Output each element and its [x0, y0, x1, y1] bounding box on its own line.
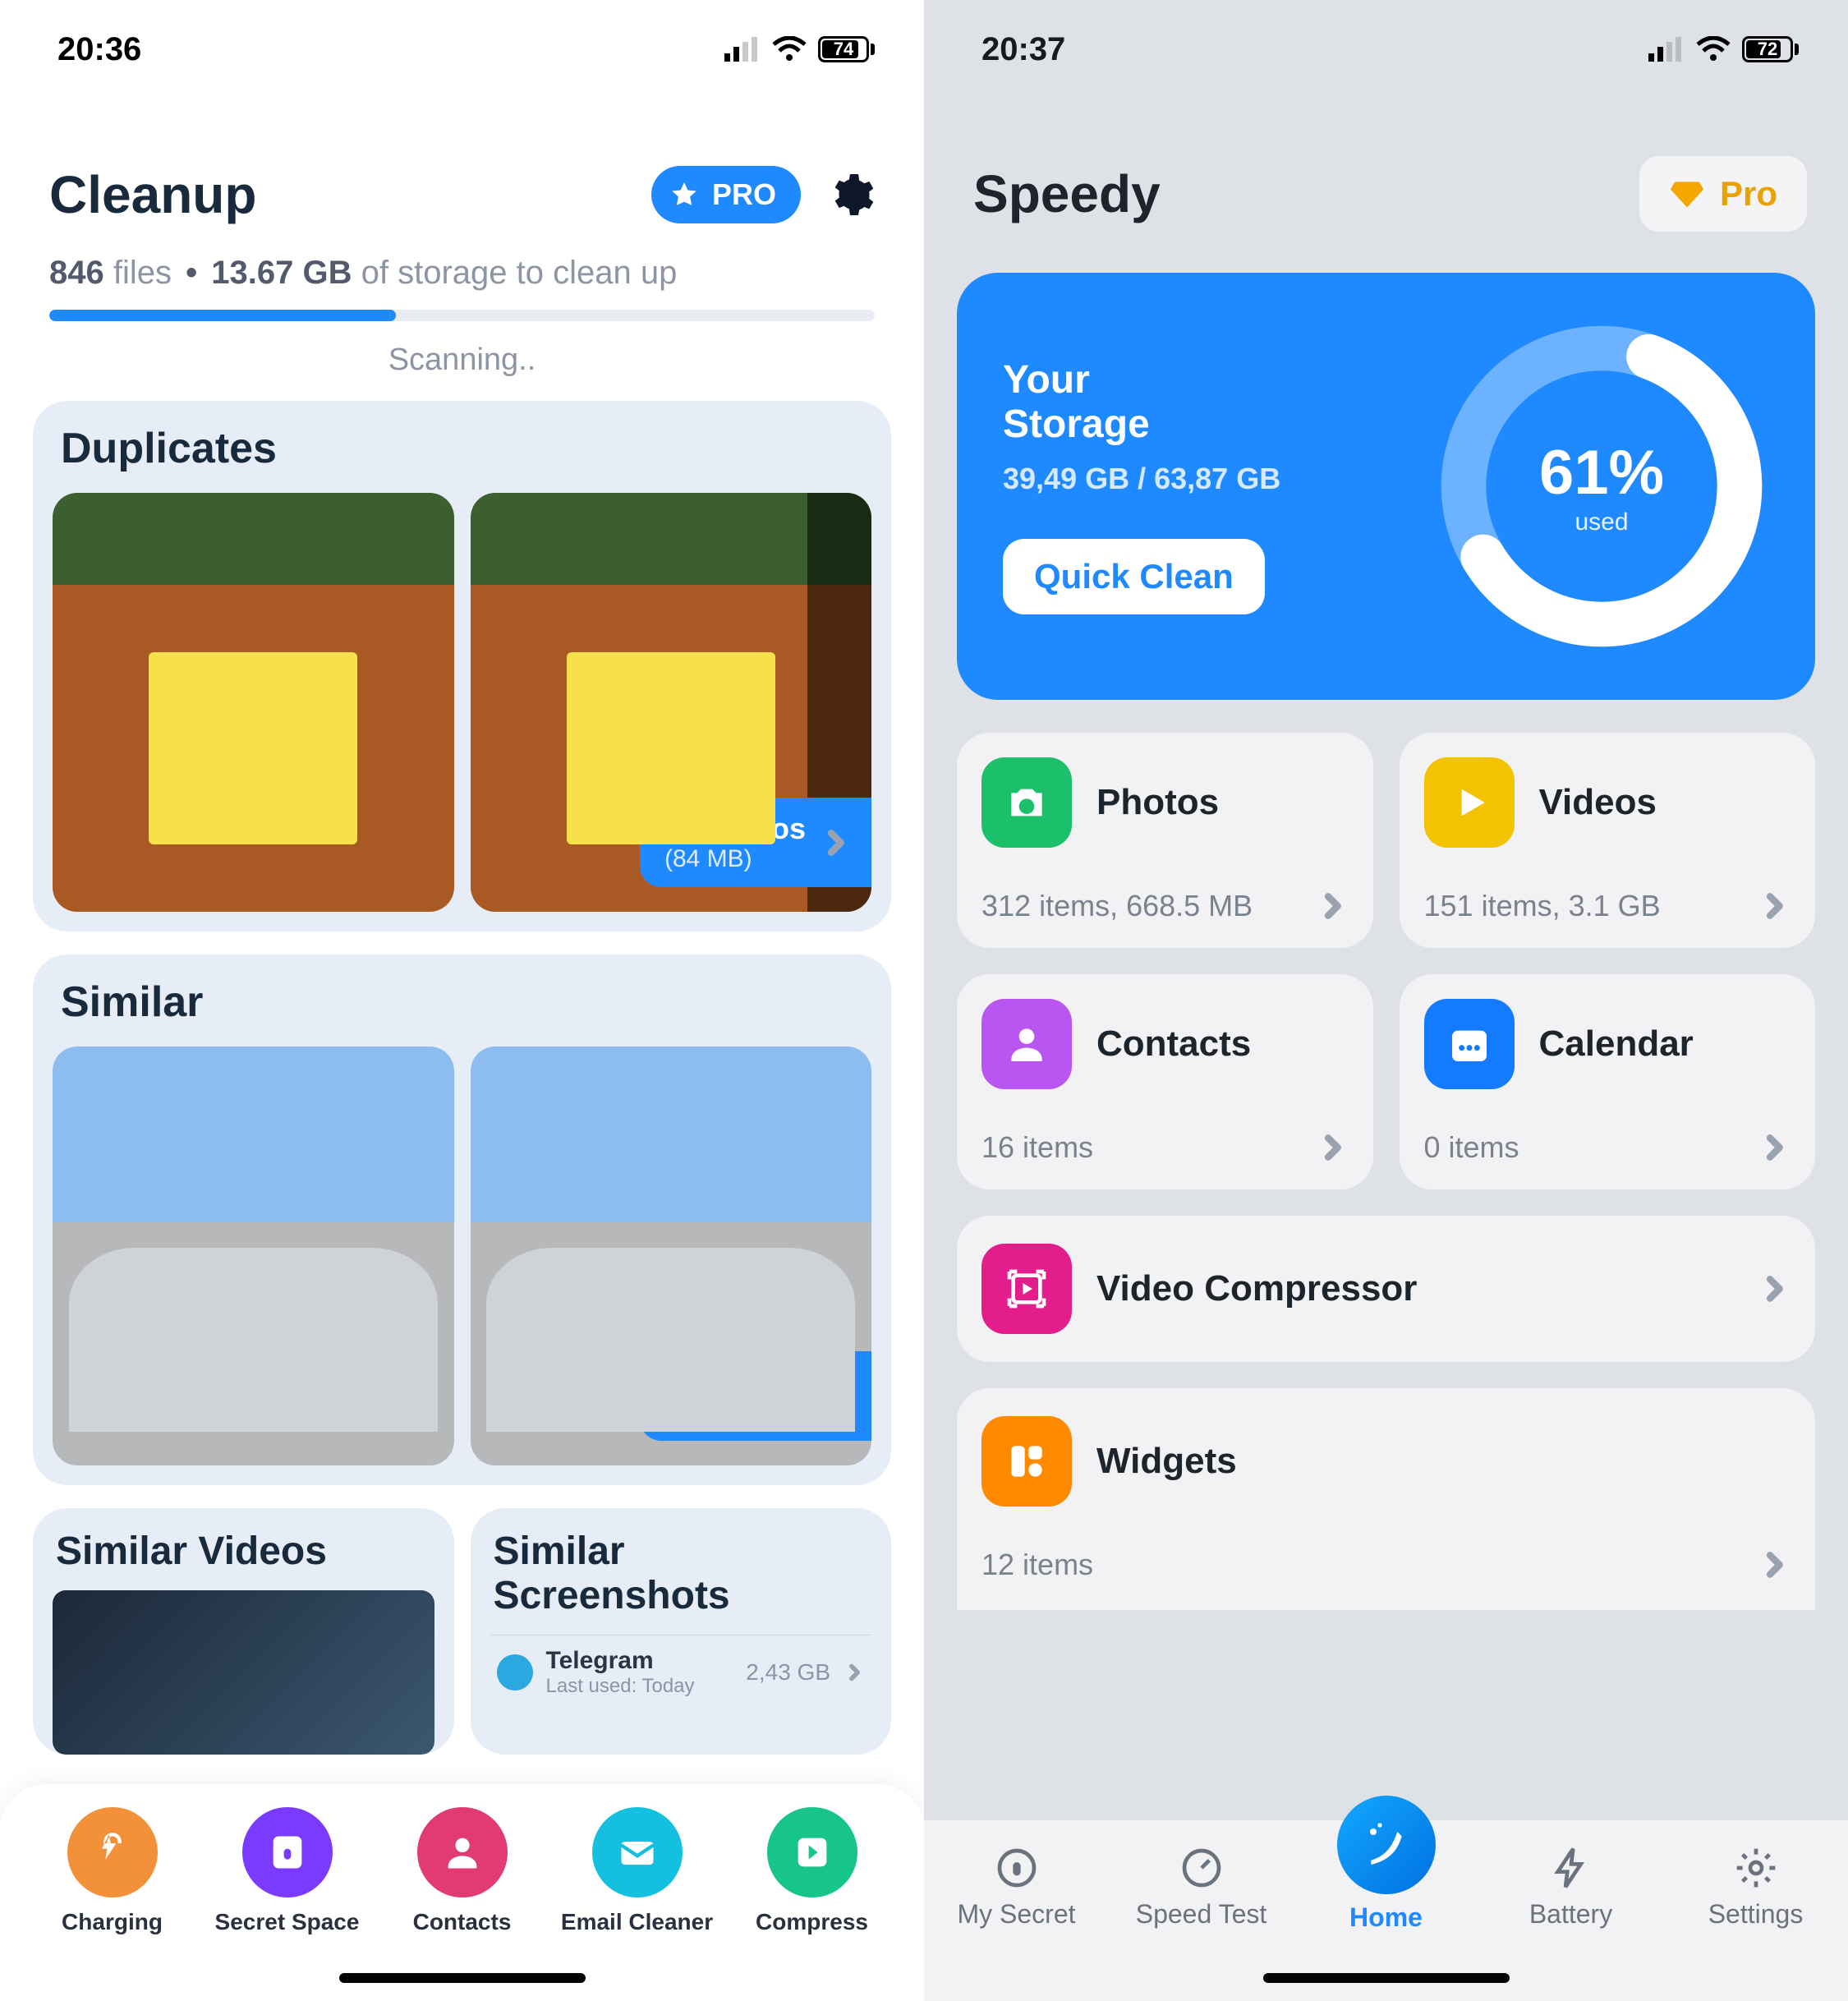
person-icon	[417, 1807, 508, 1898]
speedy-screen: 20:37 72 Speedy Pro Your Storage	[924, 0, 1848, 2001]
chevron-right-icon	[1758, 1131, 1791, 1164]
storage-ring-chart: 61% used	[1429, 314, 1774, 659]
cellular-icon	[1648, 37, 1685, 62]
camera-icon	[981, 757, 1072, 848]
status-time: 20:36	[57, 31, 141, 68]
bolt-icon	[1548, 1845, 1594, 1891]
videos-tile[interactable]: Videos 151 items, 3.1 GB	[1400, 733, 1816, 948]
scanning-label: Scanning..	[49, 321, 875, 378]
similar-thumbnail[interactable]: 66 Photos (145.2 MB)	[471, 1046, 872, 1465]
home-indicator[interactable]	[339, 1973, 586, 1983]
calendar-icon	[1424, 999, 1515, 1089]
toolbar-charging[interactable]: Charging	[25, 1807, 200, 2001]
duplicate-thumbnail[interactable]: 24 Photos (84 MB)	[471, 493, 872, 912]
chevron-right-icon	[819, 1380, 852, 1413]
storage-used-label: used	[1574, 508, 1628, 536]
lock-icon	[994, 1845, 1040, 1891]
cleanup-screen: 20:36 74 Cleanup PRO 846	[0, 0, 924, 2001]
toolbar-contacts[interactable]: Contacts	[375, 1807, 549, 2001]
diamond-icon	[1669, 176, 1705, 212]
settings-button[interactable]	[825, 170, 875, 219]
home-icon	[1337, 1796, 1436, 1894]
similar-badge[interactable]: 66 Photos (145.2 MB)	[640, 1351, 871, 1441]
storage-usage-text: 39,49 GB / 63,87 GB	[1003, 462, 1280, 496]
widgets-stat: 12 items	[981, 1548, 1093, 1582]
status-bar: 20:37 72	[924, 0, 1848, 99]
tab-home[interactable]: Home	[1308, 1845, 1464, 1933]
widgets-icon	[981, 1416, 1072, 1506]
compress-icon	[767, 1807, 857, 1898]
similar-videos-title: Similar Videos	[53, 1530, 434, 1574]
similar-title: Similar	[53, 978, 871, 1046]
chevron-right-icon	[844, 1662, 865, 1683]
screenshot-row[interactable]: Telegram Last used: Today 2,43 GB	[490, 1635, 872, 1709]
compressor-icon	[981, 1244, 1072, 1334]
gear-icon	[825, 170, 875, 219]
storage-card: Your Storage 39,49 GB / 63,87 GB Quick C…	[957, 273, 1815, 700]
mail-icon	[592, 1807, 683, 1898]
vault-icon	[242, 1807, 333, 1898]
cellular-icon	[724, 37, 761, 62]
contacts-tile[interactable]: Contacts 16 items	[957, 974, 1373, 1189]
wifi-icon	[772, 36, 807, 62]
gear-icon	[1733, 1845, 1779, 1891]
charging-icon	[67, 1807, 158, 1898]
status-icons: 74	[724, 36, 875, 62]
status-time: 20:37	[981, 31, 1065, 68]
widgets-tile[interactable]: Widgets 12 items	[957, 1388, 1815, 1610]
telegram-icon	[497, 1654, 533, 1690]
storage-summary: 846 files • 13.67 GB of storage to clean…	[0, 225, 924, 292]
similar-thumbnail[interactable]	[53, 1046, 454, 1465]
pro-label: Pro	[1720, 174, 1777, 214]
page-title: Speedy	[973, 163, 1161, 224]
pro-button[interactable]: Pro	[1639, 156, 1807, 232]
duplicate-thumbnail[interactable]	[53, 493, 454, 912]
star-icon	[669, 180, 699, 209]
wifi-icon	[1696, 36, 1731, 62]
chevron-right-icon	[1316, 1131, 1349, 1164]
chevron-right-icon	[1758, 1548, 1791, 1581]
duplicates-badge[interactable]: 24 Photos (84 MB)	[640, 798, 871, 887]
tab-settings[interactable]: Settings	[1678, 1845, 1834, 1930]
tab-my-secret[interactable]: My Secret	[939, 1845, 1095, 1930]
chevron-right-icon	[1758, 1272, 1791, 1305]
toolbar-compress[interactable]: Compress	[724, 1807, 899, 2001]
video-thumbnail	[53, 1590, 434, 1755]
battery-icon: 72	[1742, 36, 1799, 62]
tab-battery[interactable]: Battery	[1493, 1845, 1649, 1930]
tab-speed-test[interactable]: Speed Test	[1124, 1845, 1280, 1930]
video-compressor-tile[interactable]: Video Compressor	[957, 1216, 1815, 1362]
pro-button[interactable]: PRO	[651, 166, 801, 223]
person-icon	[981, 999, 1072, 1089]
similar-card[interactable]: Similar 66 Photos (145.2 MB)	[33, 954, 891, 1485]
similar-screenshots-card[interactable]: Similar Screenshots Telegram Last used: …	[471, 1508, 892, 1755]
calendar-tile[interactable]: Calendar 0 items	[1400, 974, 1816, 1189]
scan-progress-bar	[49, 310, 875, 321]
gauge-icon	[1179, 1845, 1225, 1891]
play-icon	[1424, 757, 1515, 848]
chevron-right-icon	[1316, 890, 1349, 922]
chevron-right-icon	[819, 826, 852, 859]
toolbar-email-cleaner[interactable]: Email Cleaner	[549, 1807, 724, 2001]
similar-videos-card[interactable]: Similar Videos	[33, 1508, 454, 1755]
scan-progress-fill	[49, 310, 396, 321]
home-indicator[interactable]	[1263, 1973, 1510, 1983]
chevron-right-icon	[1758, 890, 1791, 922]
battery-icon: 74	[818, 36, 875, 62]
storage-title: Your Storage	[1003, 358, 1280, 447]
storage-percent: 61%	[1539, 437, 1664, 508]
page-title: Cleanup	[49, 164, 256, 225]
pro-label: PRO	[712, 177, 776, 212]
similar-screenshots-title: Similar Screenshots	[490, 1530, 872, 1618]
status-icons: 72	[1648, 36, 1799, 62]
duplicates-title: Duplicates	[53, 424, 871, 493]
duplicates-card[interactable]: Duplicates 24 Photos (84 MB)	[33, 401, 891, 932]
toolbar-secret-space[interactable]: Secret Space	[200, 1807, 375, 2001]
status-bar: 20:36 74	[0, 0, 924, 99]
quick-clean-button[interactable]: Quick Clean	[1003, 539, 1265, 614]
photos-tile[interactable]: Photos 312 items, 668.5 MB	[957, 733, 1373, 948]
bottom-toolbar: Charging Secret Space Contacts Email Cle…	[0, 1784, 924, 2001]
